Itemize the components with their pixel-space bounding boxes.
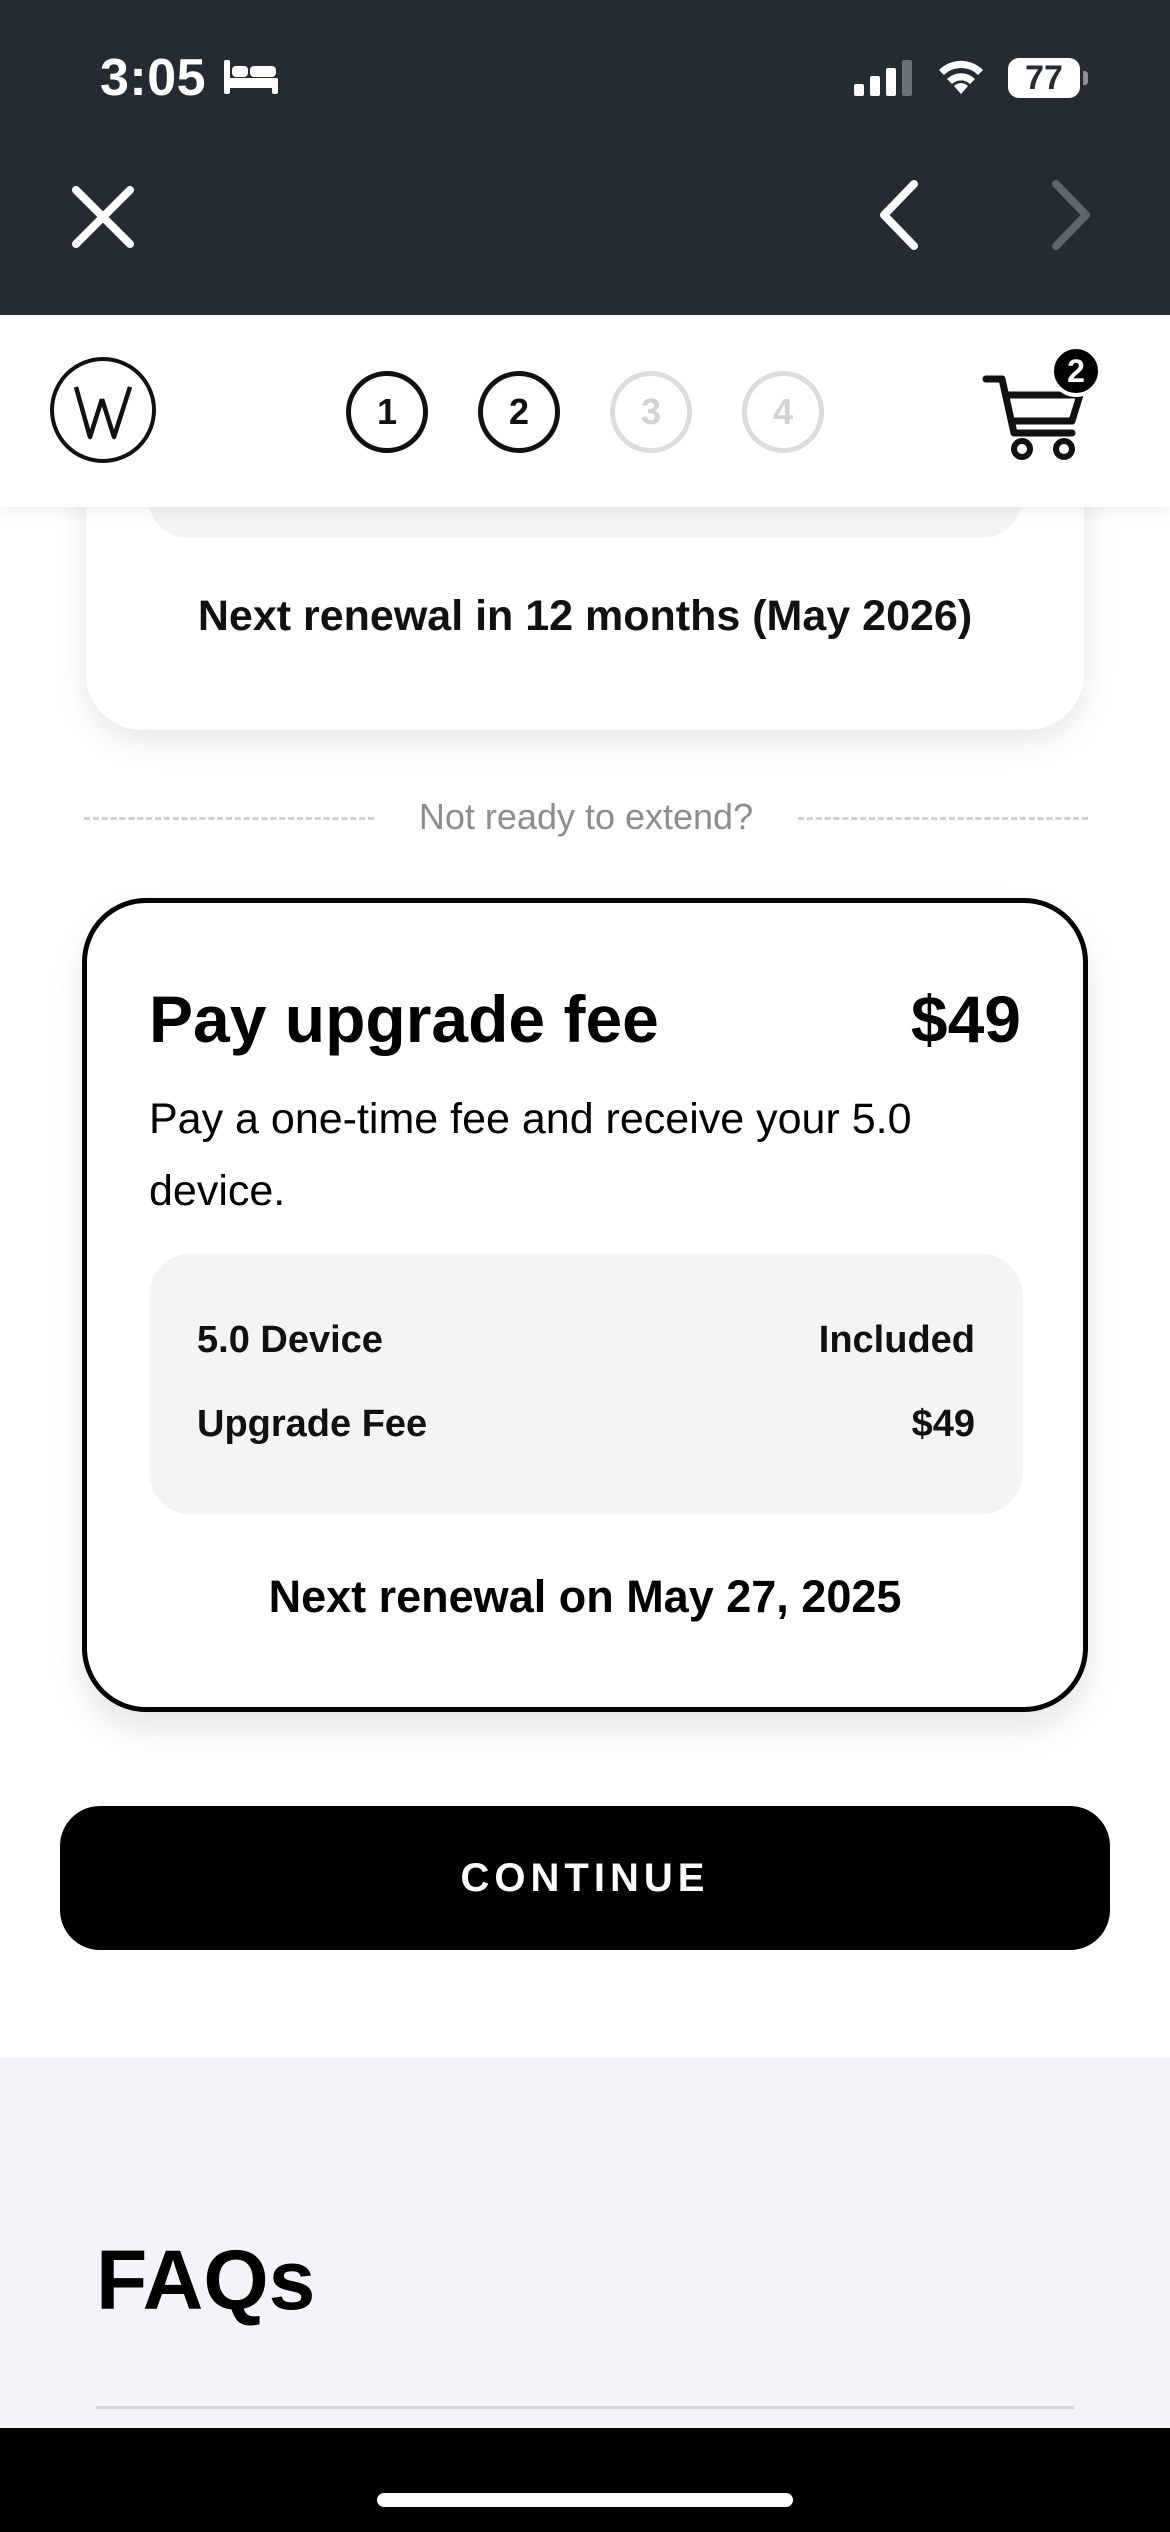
breakdown-row-value: $49 <box>911 1403 975 1445</box>
faq-divider <box>96 2406 1074 2409</box>
option-divider: Not ready to extend? <box>84 792 1088 842</box>
whoop-logo-icon[interactable] <box>50 357 156 463</box>
chevron-left-icon[interactable] <box>870 178 930 252</box>
upgrade-fee-option-card[interactable]: Pay upgrade fee $49 Pay a one-time fee a… <box>82 898 1088 1712</box>
wifi-icon <box>939 60 983 94</box>
close-icon[interactable] <box>66 180 140 254</box>
step-4: 4 <box>742 371 824 453</box>
upgrade-breakdown: 5.0 Device Included Upgrade Fee $49 <box>149 1253 1023 1515</box>
browser-top-bar: 3:05 77 <box>0 0 1170 315</box>
battery-level: 77 <box>1025 59 1063 97</box>
status-time: 3:05 <box>100 49 207 107</box>
faq-section: FAQs <box>0 2058 1170 2428</box>
home-indicator[interactable] <box>377 2493 793 2507</box>
battery-icon: 77 <box>1008 58 1088 98</box>
upgrade-option-description: Pay a one-time fee and receive your 5.0 … <box>149 1095 912 1215</box>
step-3: 3 <box>610 371 692 453</box>
bed-icon <box>224 60 278 94</box>
upgrade-option-title: Pay upgrade fee <box>149 982 659 1056</box>
breakdown-row-label: Upgrade Fee <box>197 1403 428 1445</box>
signal-icon <box>854 60 912 96</box>
step-1[interactable]: 1 <box>346 371 428 453</box>
breakdown-row-label: 5.0 Device <box>197 1319 383 1361</box>
continue-button[interactable]: CONTINUE <box>60 1806 1110 1950</box>
extend-renewal-text: Next renewal in 12 months (May 2026) <box>197 592 973 640</box>
cart-count-badge: 2 <box>1050 345 1102 397</box>
step-2[interactable]: 2 <box>478 371 560 453</box>
divider-label: Not ready to extend? <box>418 796 754 837</box>
faq-title: FAQs <box>96 2233 316 2327</box>
breakdown-row-value: Included <box>818 1319 975 1361</box>
bottom-safe-area <box>0 2428 1170 2532</box>
chevron-right-icon[interactable] <box>1040 178 1100 252</box>
upgrade-renewal-text: Next renewal on May 27, 2025 <box>268 1571 902 1622</box>
app-header: 1 2 3 4 2 <box>0 315 1170 507</box>
upgrade-option-price: $49 <box>910 982 1021 1056</box>
